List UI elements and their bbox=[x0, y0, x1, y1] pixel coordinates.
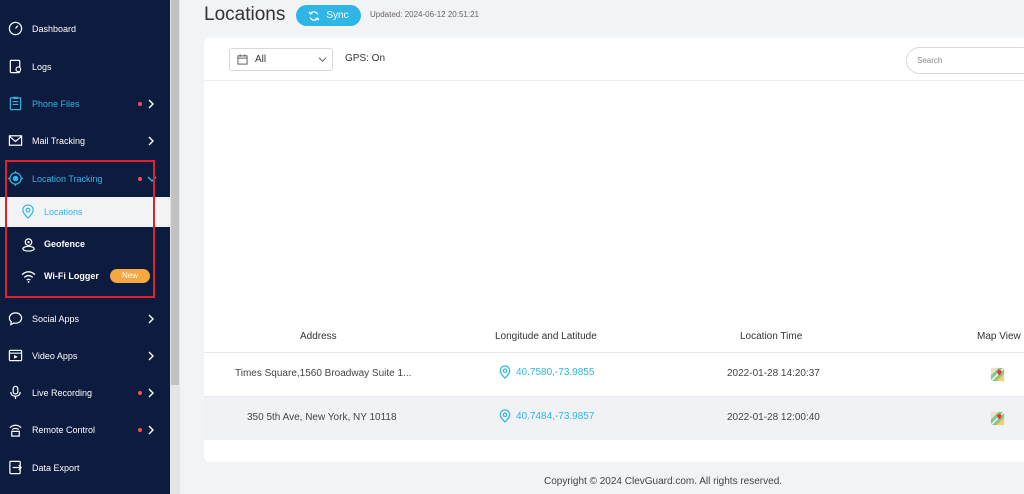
table-header: Address Longitude and Latitude Location … bbox=[204, 324, 1024, 352]
sidebar: Dashboard Logs Phone Files Mail Tracking… bbox=[0, 0, 170, 494]
chevron-down-icon bbox=[318, 57, 327, 62]
geofence-icon bbox=[20, 236, 36, 252]
sidebar-item-live-recording[interactable]: Live Recording bbox=[0, 374, 170, 411]
sidebar-item-label: Mail Tracking bbox=[32, 135, 86, 146]
calendar-icon bbox=[237, 54, 248, 65]
phone-files-icon bbox=[7, 96, 23, 112]
sidebar-scrollbar[interactable] bbox=[170, 0, 180, 494]
sidebar-item-label: Dashboard bbox=[32, 23, 77, 34]
notification-dot bbox=[138, 101, 142, 106]
search-input[interactable] bbox=[906, 47, 1024, 74]
sidebar-item-label: Data Export bbox=[32, 462, 80, 473]
coordinates-text: 40.7484,-73.9857 bbox=[516, 410, 595, 422]
divider bbox=[204, 80, 1024, 81]
locations-card: All GPS: On Address Longitude and Latitu… bbox=[204, 38, 1024, 462]
scrollbar-thumb[interactable] bbox=[171, 0, 179, 385]
chevron-right-icon bbox=[148, 425, 154, 434]
logs-icon bbox=[7, 59, 23, 75]
sidebar-item-dashboard[interactable]: Dashboard bbox=[0, 10, 170, 47]
location-submenu: Locations Geofence Wi-Fi Logger New bbox=[0, 197, 170, 297]
sidebar-item-logs[interactable]: Logs bbox=[0, 48, 170, 85]
sidebar-item-label: Phone Files bbox=[32, 98, 80, 109]
location-time-cell: 2022-01-28 14:20:37 bbox=[727, 368, 820, 379]
chevron-right-icon bbox=[148, 351, 154, 360]
column-header-coordinates: Longitude and Latitude bbox=[495, 331, 597, 342]
video-icon bbox=[7, 348, 23, 364]
chevron-right-icon bbox=[148, 314, 154, 323]
sync-icon bbox=[308, 10, 320, 21]
sidebar-item-label: Video Apps bbox=[32, 350, 78, 361]
address-cell: Times Square,1560 Broadway Suite 1... bbox=[235, 368, 412, 379]
export-icon bbox=[7, 460, 23, 476]
sidebar-item-remote-control[interactable]: Remote Control bbox=[0, 411, 170, 448]
coordinates-text: 40.7580,-73.9855 bbox=[516, 366, 595, 378]
notification-dot bbox=[138, 176, 142, 181]
sidebar-subitem-label: Wi-Fi Logger bbox=[44, 271, 99, 281]
table-row[interactable]: 350 5th Ave, New York, NY 10118 40.7484,… bbox=[204, 396, 1024, 440]
map-view-icon[interactable] bbox=[990, 411, 1005, 426]
coordinates-link[interactable]: 40.7580,-73.9855 bbox=[499, 365, 594, 379]
location-time-cell: 2022-01-28 12:00:40 bbox=[727, 412, 820, 423]
location-pin-icon bbox=[499, 409, 511, 423]
sidebar-subitem-locations[interactable]: Locations bbox=[0, 197, 170, 227]
notification-dot bbox=[138, 390, 142, 395]
sidebar-subitem-label: Geofence bbox=[44, 239, 86, 249]
column-header-location-time: Location Time bbox=[740, 331, 803, 342]
filter-selected-value: All bbox=[255, 54, 267, 65]
sidebar-item-label: Social Apps bbox=[32, 313, 80, 324]
mail-icon bbox=[7, 133, 23, 149]
sidebar-item-phone-files[interactable]: Phone Files bbox=[0, 85, 170, 122]
dashboard-icon bbox=[7, 21, 23, 37]
sidebar-item-video-apps[interactable]: Video Apps bbox=[0, 337, 170, 374]
sidebar-subitem-wifi-logger[interactable]: Wi-Fi Logger New bbox=[0, 261, 170, 291]
table-row[interactable]: Times Square,1560 Broadway Suite 1... 40… bbox=[204, 352, 1024, 396]
sidebar-item-label: Logs bbox=[32, 61, 52, 72]
sidebar-item-label: Live Recording bbox=[32, 387, 93, 398]
page-title: Locations bbox=[204, 4, 286, 25]
location-pin-icon bbox=[20, 203, 36, 219]
microphone-icon bbox=[7, 385, 23, 401]
map-view-icon[interactable] bbox=[990, 367, 1005, 382]
location-pin-icon bbox=[499, 365, 511, 379]
coordinates-link[interactable]: 40.7484,-73.9857 bbox=[499, 409, 594, 423]
sidebar-item-data-export[interactable]: Data Export bbox=[0, 449, 170, 486]
gps-status: GPS: On bbox=[345, 53, 386, 64]
chat-bubble-icon bbox=[7, 311, 23, 327]
updated-timestamp: Updated: 2024-06-12 20:51:21 bbox=[370, 10, 479, 19]
sidebar-item-mail-tracking[interactable]: Mail Tracking bbox=[0, 122, 170, 159]
address-cell: 350 5th Ave, New York, NY 10118 bbox=[247, 412, 397, 423]
sidebar-subitem-geofence[interactable]: Geofence bbox=[0, 229, 170, 259]
chevron-down-icon bbox=[147, 176, 157, 182]
column-header-map-view: Map View bbox=[977, 331, 1021, 342]
column-header-address: Address bbox=[300, 331, 337, 342]
sidebar-item-location-tracking[interactable]: Location Tracking bbox=[0, 160, 170, 197]
date-filter-select[interactable]: All bbox=[229, 48, 333, 71]
wifi-icon bbox=[20, 268, 36, 284]
sync-button[interactable]: Sync bbox=[296, 5, 361, 26]
sidebar-item-label: Remote Control bbox=[32, 424, 96, 435]
notification-dot bbox=[138, 427, 142, 432]
chevron-right-icon bbox=[148, 99, 154, 108]
sidebar-subitem-label: Locations bbox=[44, 207, 83, 217]
sidebar-item-label: Location Tracking bbox=[32, 173, 103, 184]
chevron-right-icon bbox=[148, 136, 154, 145]
footer-copyright: Copyright © 2024 ClevGuard.com. All righ… bbox=[544, 476, 783, 487]
chevron-right-icon bbox=[148, 388, 154, 397]
location-target-icon bbox=[7, 171, 23, 187]
sidebar-item-social-apps[interactable]: Social Apps bbox=[0, 300, 170, 337]
remote-control-icon bbox=[7, 422, 23, 438]
new-badge: New bbox=[110, 269, 150, 283]
sync-label: Sync bbox=[326, 10, 349, 21]
